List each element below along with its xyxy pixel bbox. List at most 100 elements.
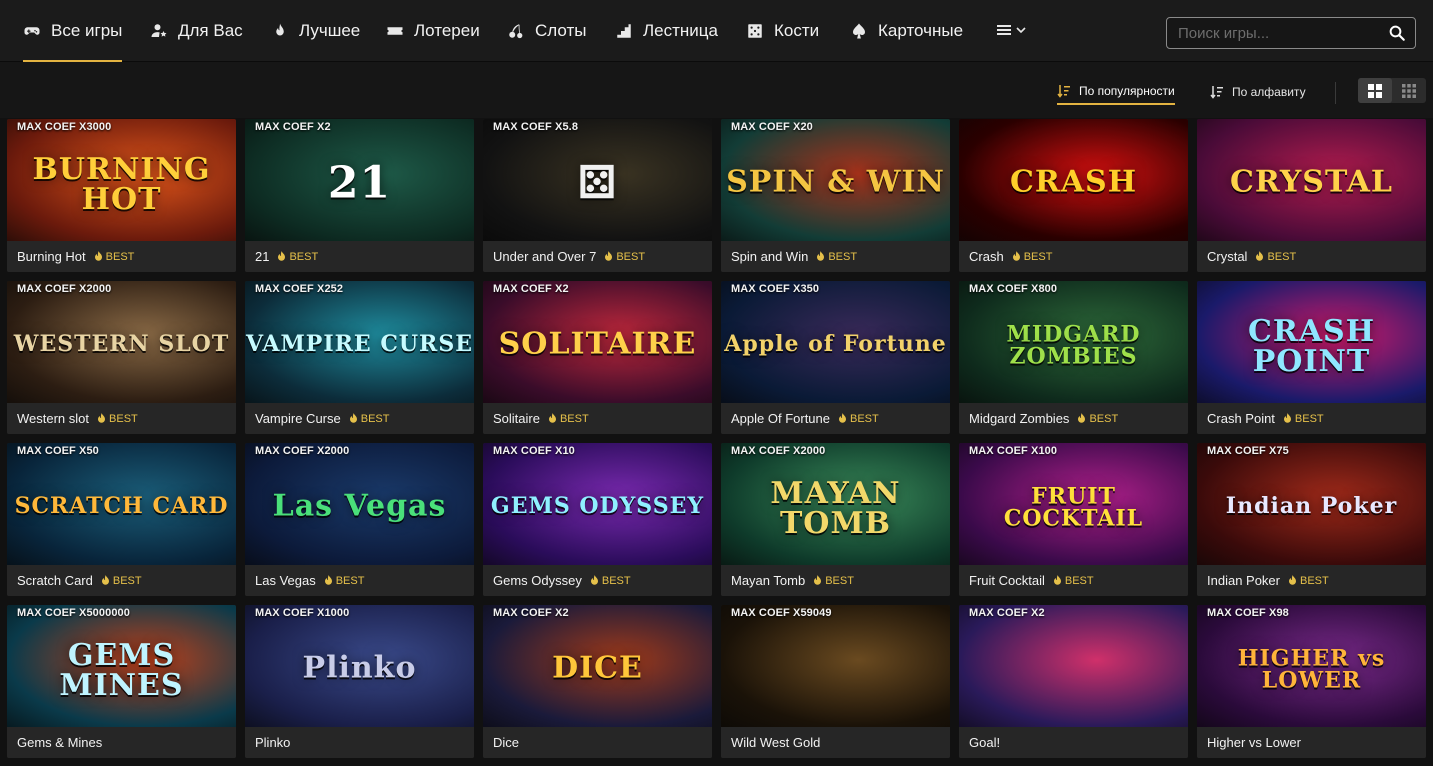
gamepad-icon: [24, 27, 40, 35]
game-thumbnail[interactable]: CRASH POINT: [1197, 281, 1426, 403]
game-info-bar: 21 BEST: [245, 241, 474, 272]
game-thumbnail[interactable]: ⚄ MAX COEF X5.8: [483, 119, 712, 241]
nav-item-for-you[interactable]: Для Вас: [150, 0, 243, 62]
game-card-apple-of-fortune[interactable]: Apple of Fortune MAX COEF X350 Apple Of …: [721, 281, 950, 434]
game-logo: Indian Poker: [1225, 492, 1398, 519]
nav-item-lotteries[interactable]: Лотереи: [386, 0, 480, 62]
game-card-fruit-cocktail[interactable]: FRUIT COCKTAIL MAX COEF X100 Fruit Cockt…: [959, 443, 1188, 596]
best-badge: BEST: [1288, 575, 1329, 587]
nav-item-best[interactable]: Лучшее: [271, 0, 360, 62]
game-card-vampire-curse[interactable]: VAMPIRE CURSE MAX COEF X252 Vampire Curs…: [245, 281, 474, 434]
game-thumbnail[interactable]: CRYSTAL: [1197, 119, 1426, 241]
sort-alphabetical-button[interactable]: По алфавиту: [1210, 79, 1306, 105]
best-label: BEST: [601, 574, 631, 587]
game-card-las-vegas[interactable]: Las Vegas MAX COEF X2000 Las Vegas BEST: [245, 443, 474, 596]
game-thumbnail[interactable]: MIDGARD ZOMBIES MAX COEF X800: [959, 281, 1188, 403]
game-name: Gems Odyssey: [493, 573, 582, 588]
game-thumbnail[interactable]: VAMPIRE CURSE MAX COEF X252: [245, 281, 474, 403]
game-card-goal[interactable]: MAX COEF X2 Goal!: [959, 605, 1188, 758]
game-card-higher-vs-lower[interactable]: HIGHER vs LOWER MAX COEF X98 Higher vs L…: [1197, 605, 1426, 758]
game-thumbnail[interactable]: SOLITAIRE MAX COEF X2: [483, 281, 712, 403]
game-thumbnail[interactable]: DICE MAX COEF X2: [483, 605, 712, 727]
game-card-gems-odyssey[interactable]: GEMS ODYSSEY MAX COEF X10 Gems Odyssey B…: [483, 443, 712, 596]
flame-icon: [605, 251, 613, 261]
game-thumbnail[interactable]: 21 MAX COEF X2: [245, 119, 474, 241]
game-name: Midgard Zombies: [969, 411, 1070, 426]
flame-icon: [814, 575, 822, 585]
game-thumbnail[interactable]: MAYAN TOMB MAX COEF X2000: [721, 443, 950, 565]
game-thumbnail[interactable]: Plinko MAX COEF X1000: [245, 605, 474, 727]
game-card-spin-and-win[interactable]: SPIN & WIN MAX COEF X20 Spin and Win BES…: [721, 119, 950, 272]
sort-alpha-icon: [1210, 86, 1223, 99]
game-card-21[interactable]: 21 MAX COEF X2 21 BEST: [245, 119, 474, 272]
spade-icon: [853, 23, 865, 39]
game-card-plinko[interactable]: Plinko MAX COEF X1000 Plinko: [245, 605, 474, 758]
game-logo: GEMS ODYSSEY: [490, 492, 705, 519]
game-name: Crash: [969, 249, 1004, 264]
game-info-bar: Las Vegas BEST: [245, 565, 474, 596]
best-label: BEST: [289, 250, 319, 263]
best-badge: BEST: [1077, 413, 1118, 425]
game-card-midgard-zombies[interactable]: MIDGARD ZOMBIES MAX COEF X800 Midgard Zo…: [959, 281, 1188, 434]
nav-item-dice[interactable]: Кости: [746, 0, 819, 62]
game-thumbnail[interactable]: SCRATCH CARD MAX COEF X50: [7, 443, 236, 565]
game-logo: CRYSTAL: [1229, 164, 1394, 200]
game-thumbnail[interactable]: GEMS MINES MAX COEF X5000000: [7, 605, 236, 727]
game-card-crystal[interactable]: CRYSTAL Crystal BEST: [1197, 119, 1426, 272]
game-thumbnail[interactable]: FRUIT COCKTAIL MAX COEF X100: [959, 443, 1188, 565]
nav-item-ladder[interactable]: Лестница: [615, 0, 718, 62]
game-thumbnail[interactable]: Apple of Fortune MAX COEF X350: [721, 281, 950, 403]
game-card-under-and-over-7[interactable]: ⚄ MAX COEF X5.8 Under and Over 7 BEST: [483, 119, 712, 272]
flame-icon: [278, 251, 286, 261]
best-badge: BEST: [548, 413, 589, 425]
game-name: Indian Poker: [1207, 573, 1280, 588]
search-button[interactable]: [1379, 18, 1415, 48]
search-input[interactable]: [1167, 18, 1379, 48]
max-coef-label: MAX COEF X100: [969, 445, 1058, 457]
game-thumbnail[interactable]: CRASH: [959, 119, 1188, 241]
game-info-bar: Under and Over 7 BEST: [483, 241, 712, 272]
game-thumbnail[interactable]: Las Vegas MAX COEF X2000: [245, 443, 474, 565]
max-coef-label: MAX COEF X252: [255, 283, 344, 295]
game-thumbnail[interactable]: HIGHER vs LOWER MAX COEF X98: [1197, 605, 1426, 727]
game-card-scratch-card[interactable]: SCRATCH CARD MAX COEF X50 Scratch Card B…: [7, 443, 236, 596]
game-card-gems-mines[interactable]: GEMS MINES MAX COEF X5000000 Gems & Mine…: [7, 605, 236, 758]
nav-item-all-games[interactable]: Все игры: [23, 0, 123, 62]
game-card-burning-hot[interactable]: BURNING HOT MAX COEF X3000 Burning Hot B…: [7, 119, 236, 272]
nav-item-slots[interactable]: Слоты: [507, 0, 586, 62]
game-card-indian-poker[interactable]: Indian Poker MAX COEF X75 Indian Poker B…: [1197, 443, 1426, 596]
game-card-dice[interactable]: DICE MAX COEF X2 Dice: [483, 605, 712, 758]
best-label: BEST: [105, 250, 135, 263]
game-thumbnail[interactable]: SPIN & WIN MAX COEF X20: [721, 119, 950, 241]
best-badge: BEST: [101, 575, 142, 587]
game-card-crash-point[interactable]: CRASH POINT Crash Point BEST: [1197, 281, 1426, 434]
game-info-bar: Gems & Mines: [7, 727, 236, 758]
large-grid-view-button[interactable]: [1358, 78, 1392, 103]
game-logo: Apple of Fortune: [724, 330, 947, 357]
flame-icon: [276, 23, 284, 36]
game-card-solitaire[interactable]: SOLITAIRE MAX COEF X2 Solitaire BEST: [483, 281, 712, 434]
game-thumbnail[interactable]: MAX COEF X2: [959, 605, 1188, 727]
game-info-bar: Gems Odyssey BEST: [483, 565, 712, 596]
small-grid-view-button[interactable]: [1392, 78, 1426, 103]
game-info-bar: Crash BEST: [959, 241, 1188, 272]
game-card-wild-west-gold[interactable]: MAX COEF X59049 Wild West Gold: [721, 605, 950, 758]
more-categories-button[interactable]: [996, 22, 1026, 38]
nav-item-cards[interactable]: Карточные: [850, 0, 963, 62]
sort-by-popularity-button[interactable]: По популярности: [1057, 79, 1175, 105]
flame-icon: [101, 575, 109, 585]
game-thumbnail[interactable]: GEMS ODYSSEY MAX COEF X10: [483, 443, 712, 565]
best-badge: BEST: [94, 250, 135, 263]
game-card-mayan-tomb[interactable]: MAYAN TOMB MAX COEF X2000 Mayan Tomb BES…: [721, 443, 950, 596]
stairs-icon: [617, 24, 631, 38]
game-card-crash[interactable]: CRASH Crash BEST: [959, 119, 1188, 272]
game-thumbnail[interactable]: WESTERN SLOT MAX COEF X2000: [7, 281, 236, 403]
best-label: BEST: [559, 412, 589, 425]
top-navigation: Все игры Для Вас Лучшее Лотереи Слоты Ле…: [0, 0, 1433, 62]
game-thumbnail[interactable]: Indian Poker MAX COEF X75: [1197, 443, 1426, 565]
small-grid-icon: [1402, 83, 1416, 98]
best-badge: BEST: [97, 413, 138, 425]
game-card-western-slot[interactable]: WESTERN SLOT MAX COEF X2000 Western slot…: [7, 281, 236, 434]
game-thumbnail[interactable]: MAX COEF X59049: [721, 605, 950, 727]
game-thumbnail[interactable]: BURNING HOT MAX COEF X3000: [7, 119, 236, 241]
